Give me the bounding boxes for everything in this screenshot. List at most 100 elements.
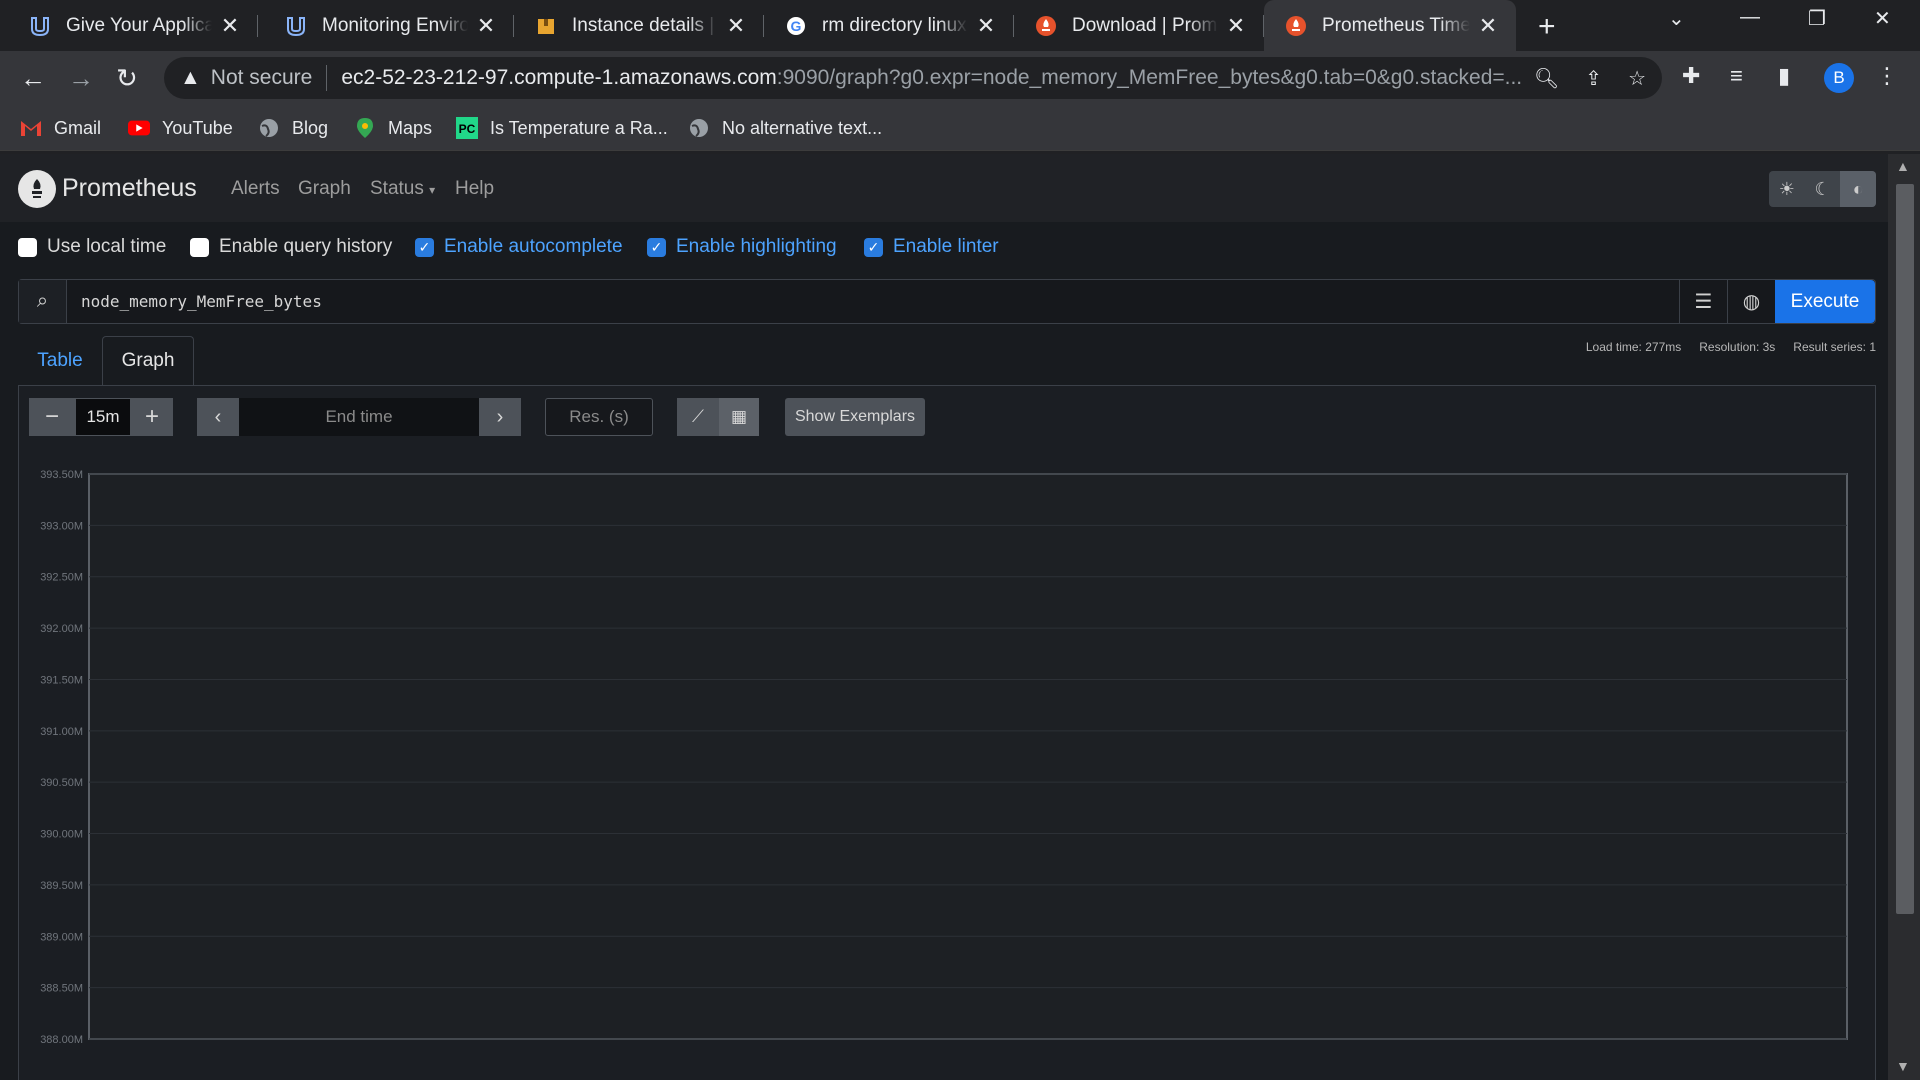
option-autocomplete[interactable]: ✓ Enable autocomplete [415, 236, 623, 258]
checkbox[interactable] [190, 237, 209, 257]
stacked-chart-icon[interactable]: ▦ [719, 398, 759, 436]
option-highlighting[interactable]: ✓ Enable highlighting [647, 236, 837, 258]
option-label: Enable autocomplete [444, 236, 623, 257]
security-status: Not secure [210, 66, 313, 89]
nav-alerts[interactable]: Alerts [231, 178, 280, 200]
nav-help[interactable]: Help [455, 178, 494, 200]
unstacked-chart-icon[interactable]: ⟋ [677, 398, 719, 436]
contrast-icon[interactable]: ◐ [1840, 171, 1877, 207]
forward-icon[interactable]: → [68, 63, 94, 94]
range-input[interactable]: 15m [75, 398, 131, 436]
close-icon[interactable]: ✕ [1476, 13, 1500, 38]
option-local-time[interactable]: Use local time [18, 236, 166, 258]
y-tick-label: 389.00M [40, 931, 83, 943]
y-tick-label: 392.50M [40, 572, 83, 584]
reload-icon[interactable]: ↻ [116, 63, 138, 94]
option-label: Use local time [47, 236, 167, 257]
prometheus-icon [1284, 14, 1308, 38]
browser-tab[interactable]: G rm directory linux - G ✕ [764, 7, 1014, 44]
resolution: Resolution: 3s [1699, 340, 1776, 354]
nav-status[interactable]: Status ▾ [370, 178, 435, 200]
expression-input[interactable]: node_memory_MemFree_bytes [67, 280, 1679, 323]
tab-search-icon[interactable]: ⌄ [1668, 6, 1685, 31]
back-icon[interactable]: ← [20, 63, 46, 94]
y-tick-label: 391.50M [40, 674, 83, 686]
bookmark-gmail[interactable]: Gmail [20, 117, 101, 139]
pc-icon: PC [456, 117, 478, 139]
close-icon[interactable]: ✕ [1224, 13, 1248, 38]
bookmark-star-icon[interactable]: ☆ [1628, 66, 1646, 91]
divider [326, 65, 328, 91]
metrics-explorer-icon[interactable]: ◍ [1727, 280, 1775, 323]
new-tab-button[interactable]: + [1538, 10, 1556, 44]
menu-icon[interactable]: ⋮ [1876, 63, 1898, 89]
query-stats: Load time: 277ms Resolution: 3s Result s… [1586, 340, 1876, 354]
resolution-input[interactable]: Res. (s) [545, 398, 653, 436]
tab-title: Instance details | EC2 [572, 14, 718, 36]
tab-title: Download | Prometh [1072, 14, 1218, 36]
bookmark-blog[interactable]: Blog [258, 117, 328, 139]
browser-tab[interactable]: Give Your Applicatio ✕ [8, 7, 258, 44]
option-linter[interactable]: ✓ Enable linter [864, 236, 999, 258]
checkbox-checked[interactable]: ✓ [647, 237, 666, 257]
close-icon[interactable]: ✕ [974, 13, 998, 38]
scroll-up-icon[interactable]: ▲ [1896, 158, 1910, 174]
prometheus-logo-icon[interactable] [18, 170, 56, 208]
nav-graph[interactable]: Graph [298, 178, 351, 200]
close-icon[interactable]: ✕ [218, 13, 242, 38]
end-time-forward-button[interactable]: › [479, 398, 521, 436]
scroll-down-icon[interactable]: ▼ [1896, 1058, 1910, 1074]
address-bar[interactable]: ▲ Not secure ec2-52-23-212-97.compute-1.… [164, 57, 1662, 99]
option-query-history[interactable]: Enable query history [190, 236, 392, 258]
window-close-icon[interactable]: ✕ [1874, 6, 1891, 31]
bookmark-youtube[interactable]: YouTube [128, 117, 233, 139]
avatar[interactable]: B [1824, 63, 1854, 93]
google-icon: G [784, 14, 808, 38]
tab-graph[interactable]: Graph [102, 336, 194, 386]
brand-title[interactable]: Prometheus [62, 174, 197, 203]
format-expression-icon[interactable]: ☰ [1679, 280, 1727, 323]
checkbox-checked[interactable]: ✓ [864, 237, 883, 257]
minimize-icon[interactable]: — [1740, 6, 1760, 29]
show-exemplars-button[interactable]: Show Exemplars [785, 398, 925, 436]
load-time: Load time: 277ms [1585, 340, 1682, 354]
end-time-input[interactable]: End time [239, 398, 479, 436]
bookmark-label: Gmail [54, 117, 102, 138]
search-icon: ⌕ [19, 280, 67, 323]
checkbox[interactable] [18, 237, 37, 257]
bookmark-label: Maps [388, 117, 433, 138]
tab-table[interactable]: Table [24, 336, 96, 386]
top-navbar: Prometheus Alerts Graph Status ▾ Help ☀ … [0, 154, 1888, 222]
range-decrease-button[interactable]: − [29, 398, 75, 436]
moon-icon[interactable]: ☾ [1805, 171, 1841, 207]
scrollbar-thumb[interactable] [1896, 184, 1914, 914]
page-scrollbar[interactable]: ▲ ▼ [1888, 154, 1920, 1080]
extensions-icon[interactable]: ✚ [1682, 63, 1700, 89]
execute-button[interactable]: Execute [1775, 280, 1875, 323]
end-time-back-button[interactable]: ‹ [197, 398, 239, 436]
close-icon[interactable]: ✕ [474, 13, 498, 38]
browser-tab-active[interactable]: Prometheus Time Se ✕ [1264, 0, 1516, 51]
result-series: Result series: 1 [1793, 340, 1876, 354]
url-path: :9090/graph?g0.expr=node_memory_MemFree_… [776, 66, 1523, 89]
share-icon[interactable]: ⇪ [1585, 66, 1602, 91]
browser-tab[interactable]: Monitoring Environm ✕ [264, 7, 514, 44]
memory-chart[interactable]: 393.50M 393.00M 392.50M 392.00M 391.50M 391.0… [19, 454, 1877, 1080]
restore-icon[interactable]: ❐ [1808, 6, 1826, 31]
range-increase-button[interactable]: + [131, 398, 173, 436]
bookmark-no-alt-text[interactable]: No alternative text... [688, 117, 882, 139]
bookmark-temperature[interactable]: PC Is Temperature a Ra... [456, 117, 668, 139]
zoom-icon[interactable]: 🔍︎ [1534, 66, 1559, 91]
sun-icon[interactable]: ☀ [1769, 171, 1805, 207]
close-icon[interactable]: ✕ [724, 13, 748, 38]
checkbox-checked[interactable]: ✓ [415, 237, 434, 257]
browser-tab-strip: Give Your Applicatio ✕ Monitoring Enviro… [0, 0, 1920, 51]
media-icon[interactable]: ≡ [1730, 63, 1743, 89]
browser-tab[interactable]: Instance details | EC2 ✕ [514, 7, 764, 44]
bookmark-label: No alternative text... [722, 117, 883, 138]
maps-icon [354, 117, 376, 139]
side-panel-icon[interactable]: ▮ [1778, 63, 1790, 89]
bookmark-maps[interactable]: Maps [354, 117, 432, 139]
svg-text:G: G [791, 18, 802, 34]
browser-tab[interactable]: Download | Prometh ✕ [1014, 7, 1264, 44]
